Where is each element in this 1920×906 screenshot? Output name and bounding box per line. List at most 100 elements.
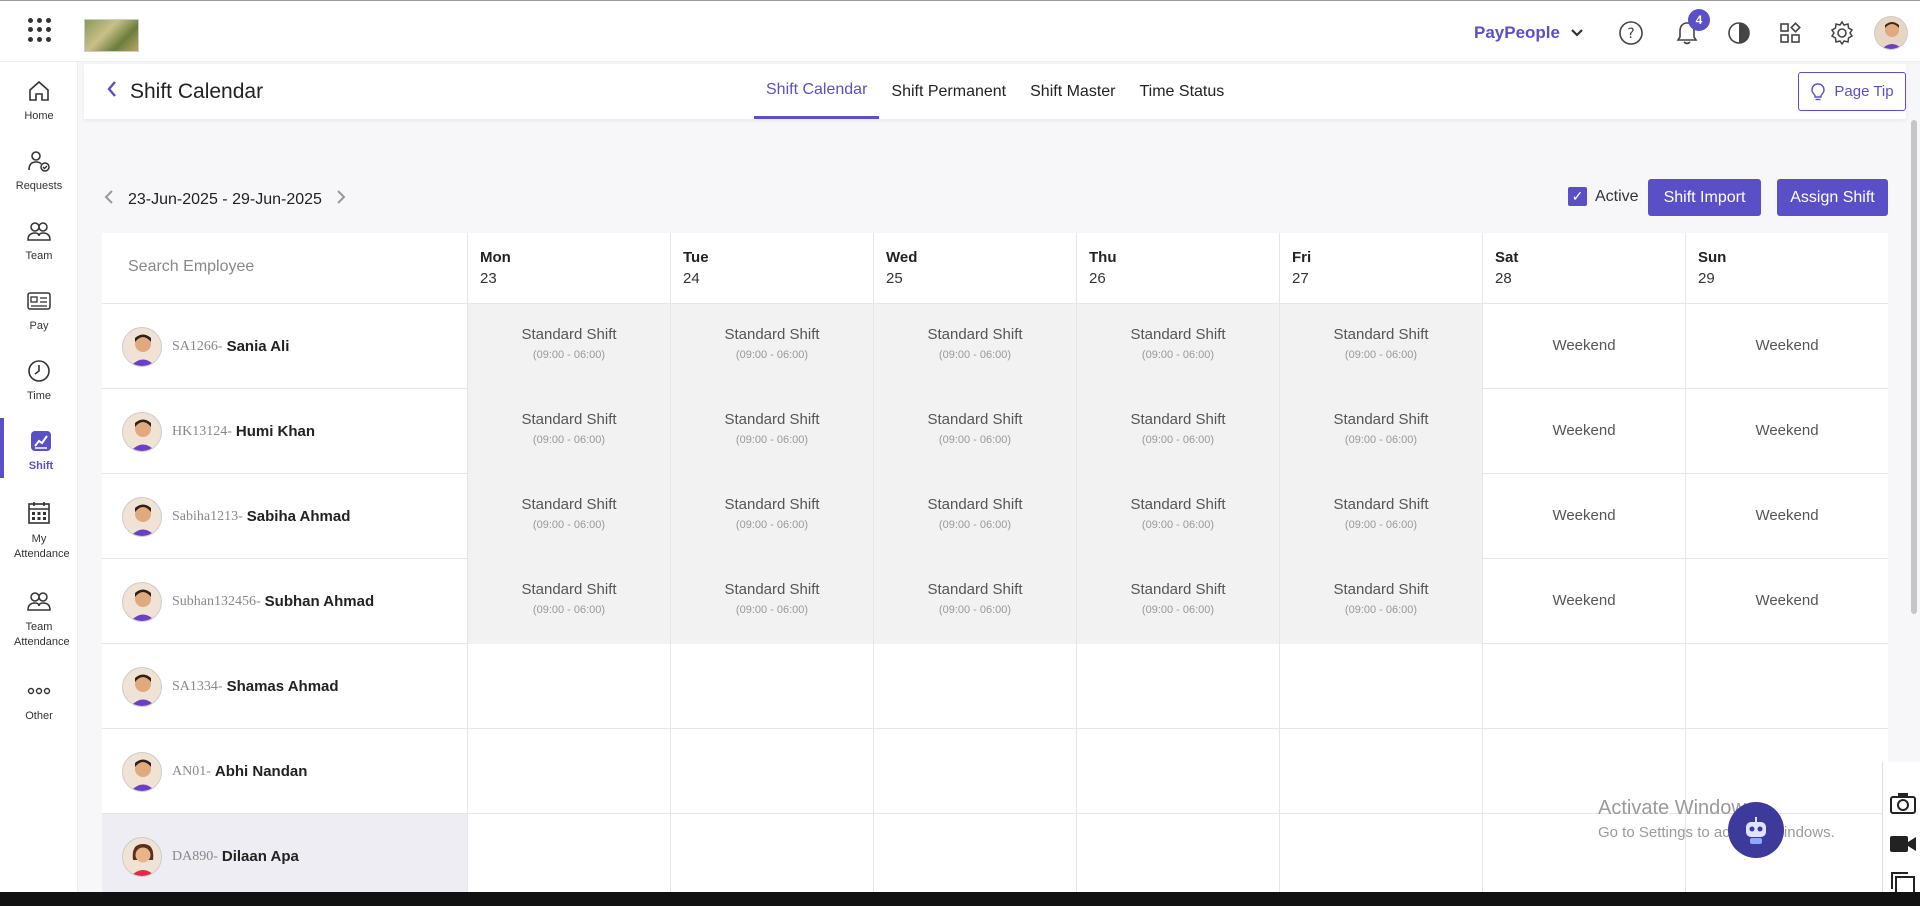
shift-cell[interactable] [670, 814, 873, 893]
widgets-icon[interactable] [1776, 19, 1804, 47]
shift-cell[interactable] [670, 729, 873, 814]
employee-cell[interactable]: HK13124- Humi Khan [102, 389, 467, 474]
avatar [122, 496, 162, 537]
company-switcher[interactable]: PayPeople [1474, 23, 1584, 43]
shift-cell[interactable]: Standard Shift (09:00 - 06:00) [1279, 559, 1482, 644]
day-header-sun: Sun 29 [1685, 233, 1888, 304]
shift-cell[interactable]: Standard Shift (09:00 - 06:00) [670, 304, 873, 389]
sidebar-item-my-attendance[interactable]: My Attendance [0, 500, 78, 562]
shift-cell[interactable] [1076, 729, 1279, 814]
shift-cell[interactable]: Weekend [1482, 559, 1685, 644]
theme-icon[interactable] [1725, 19, 1753, 47]
day-name: Tue [683, 249, 709, 266]
sidebar-item-team[interactable]: Team [0, 218, 78, 262]
sidebar-item-shift[interactable]: Shift [0, 418, 78, 478]
shift-cell[interactable]: Standard Shift (09:00 - 06:00) [873, 559, 1076, 644]
shift-cell[interactable]: Standard Shift (09:00 - 06:00) [1279, 304, 1482, 389]
shift-cell[interactable] [467, 814, 670, 893]
sidebar-item-label: Team [25, 250, 53, 262]
shift-cell[interactable]: Standard Shift (09:00 - 06:00) [467, 474, 670, 559]
shift-cell[interactable] [1685, 644, 1888, 729]
shift-cell[interactable] [873, 644, 1076, 729]
screen-capture-toolbar [1882, 762, 1920, 902]
day-date: 25 [886, 270, 903, 287]
shift-cell[interactable] [1076, 644, 1279, 729]
shift-cell[interactable]: Weekend [1685, 559, 1888, 644]
company-logo[interactable] [84, 19, 139, 52]
sidebar-item-pay[interactable]: Pay [0, 288, 78, 332]
shift-cell[interactable]: Standard Shift (09:00 - 06:00) [873, 389, 1076, 474]
shift-cell[interactable]: Standard Shift (09:00 - 06:00) [1279, 474, 1482, 559]
employee-cell[interactable]: Sabiha1213- Sabiha Ahmad [102, 474, 467, 559]
sidebar-item-team-attendance[interactable]: Team Attendance [0, 588, 78, 650]
sidebar-item-time[interactable]: Time [0, 358, 78, 402]
scroll-thumb[interactable] [1911, 120, 1917, 614]
employee-cell[interactable]: AN01- Abhi Nandan [102, 729, 467, 814]
tab-shift-calendar[interactable]: Shift Calendar [754, 64, 880, 119]
shift-cell[interactable] [1076, 814, 1279, 893]
shift-cell[interactable]: Standard Shift (09:00 - 06:00) [467, 304, 670, 389]
active-checkbox[interactable]: ✓ [1568, 187, 1587, 206]
shift-cell[interactable]: Weekend [1685, 474, 1888, 559]
shift-cell[interactable]: Standard Shift (09:00 - 06:00) [1076, 559, 1279, 644]
vertical-scrollbar[interactable] [1908, 120, 1920, 620]
avatar [122, 666, 162, 707]
shift-cell[interactable] [873, 729, 1076, 814]
help-icon[interactable]: ? [1617, 19, 1645, 47]
shift-cell[interactable]: Weekend [1685, 304, 1888, 389]
shift-cell[interactable]: Weekend [1482, 304, 1685, 389]
shift-cell[interactable] [670, 644, 873, 729]
tab-shift-permanent[interactable]: Shift Permanent [879, 64, 1018, 119]
tab-shift-master[interactable]: Shift Master [1018, 64, 1127, 119]
assign-shift-button[interactable]: Assign Shift [1777, 179, 1888, 216]
sidebar-item-home[interactable]: Home [0, 78, 78, 122]
shift-import-button[interactable]: Shift Import [1648, 179, 1761, 216]
shift-cell[interactable] [467, 644, 670, 729]
shift-cell[interactable]: Weekend [1482, 389, 1685, 474]
sidebar-item-requests[interactable]: Requests [0, 148, 78, 192]
shift-cell[interactable]: Weekend [1482, 474, 1685, 559]
day-header-wed: Wed 25 [873, 233, 1076, 304]
sidebar-item-other[interactable]: Other [0, 678, 78, 722]
employee-cell[interactable]: SA1334- Shamas Ahmad [102, 644, 467, 729]
shift-name: Standard Shift [1130, 581, 1226, 598]
shift-cell[interactable] [1279, 644, 1482, 729]
shift-cell[interactable]: Standard Shift (09:00 - 06:00) [670, 559, 873, 644]
employee-cell[interactable]: Subhan132456- Subhan Ahmad [102, 559, 467, 644]
shift-cell[interactable] [1482, 644, 1685, 729]
chatbot-button[interactable] [1728, 802, 1784, 858]
video-icon[interactable] [1889, 834, 1917, 854]
employee-cell[interactable]: DA890- Dilaan Apa [102, 814, 467, 893]
employee-cell[interactable]: SA1266- Sania Ali [102, 304, 467, 389]
gear-icon[interactable] [1828, 19, 1856, 47]
shift-cell[interactable]: Standard Shift (09:00 - 06:00) [873, 304, 1076, 389]
shift-cell[interactable] [1279, 729, 1482, 814]
shift-cell[interactable]: Standard Shift (09:00 - 06:00) [670, 389, 873, 474]
chevron-down-icon [1570, 25, 1584, 41]
shift-cell[interactable]: Standard Shift (09:00 - 06:00) [873, 474, 1076, 559]
shift-cell[interactable]: Standard Shift (09:00 - 06:00) [1076, 474, 1279, 559]
shift-cell[interactable]: Standard Shift (09:00 - 06:00) [1076, 389, 1279, 474]
search-employee-input[interactable]: Search Employee [128, 258, 254, 276]
window-icon[interactable] [1891, 872, 1915, 894]
shift-name: Standard Shift [521, 496, 617, 513]
back-chevron-icon[interactable] [106, 80, 118, 104]
shift-cell[interactable]: Standard Shift (09:00 - 06:00) [467, 559, 670, 644]
shift-cell[interactable]: Standard Shift (09:00 - 06:00) [467, 389, 670, 474]
app-launcher-icon[interactable] [28, 18, 52, 42]
tab-time-status[interactable]: Time Status [1127, 64, 1236, 119]
user-avatar[interactable] [1874, 16, 1908, 50]
shift-cell[interactable]: Standard Shift (09:00 - 06:00) [1279, 389, 1482, 474]
next-week-icon[interactable] [336, 190, 346, 209]
shift-cell[interactable]: Weekend [1685, 389, 1888, 474]
avatar [122, 326, 162, 367]
page-tip-button[interactable]: Page Tip [1798, 72, 1906, 111]
camera-icon[interactable] [1890, 792, 1916, 814]
prev-week-icon[interactable] [104, 190, 114, 209]
shift-cell[interactable] [1279, 814, 1482, 893]
shift-cell[interactable] [467, 729, 670, 814]
active-filter[interactable]: ✓ Active [1568, 187, 1639, 206]
shift-cell[interactable]: Standard Shift (09:00 - 06:00) [1076, 304, 1279, 389]
shift-cell[interactable] [873, 814, 1076, 893]
shift-cell[interactable]: Standard Shift (09:00 - 06:00) [670, 474, 873, 559]
